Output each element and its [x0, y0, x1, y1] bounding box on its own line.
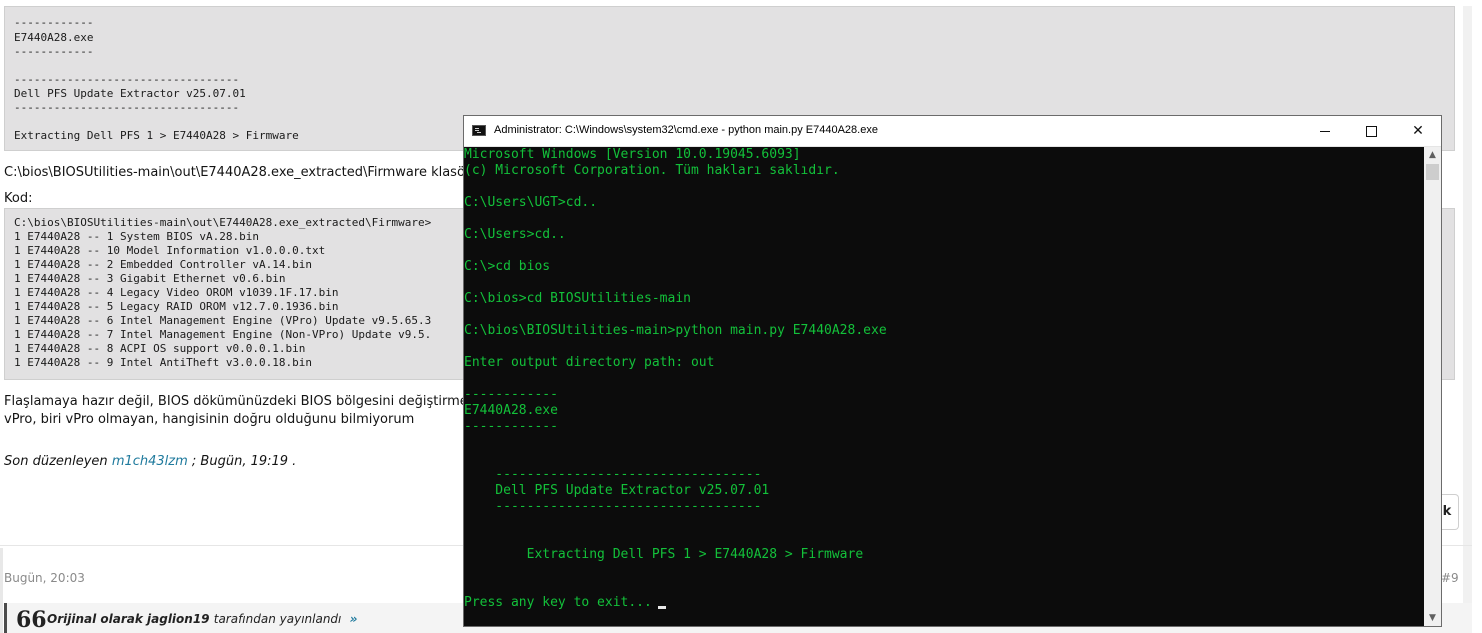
text-cursor	[658, 606, 666, 609]
cmd-titlebar[interactable]: Administrator: C:\Windows\system32\cmd.e…	[464, 116, 1441, 147]
post-date: Bugün, 20:03	[4, 571, 85, 585]
code-line: 1 E7440A28 -- 9 Intel AntiTheft v3.0.0.1…	[14, 356, 313, 369]
post-paragraph-line: vPro, biri vPro olmayan, hangisinin doğr…	[4, 412, 415, 427]
post-number-link[interactable]: #9	[1441, 571, 1459, 585]
code-line: 1 E7440A28 -- 4 Legacy Video OROM v1039.…	[14, 286, 339, 299]
console-line: C:\Users\UGT>cd..	[464, 195, 598, 210]
console-line: C:\>cd bios	[464, 259, 551, 274]
scroll-thumb[interactable]	[1426, 164, 1439, 180]
code-line: 1 E7440A28 -- 2 Embedded Controller vA.1…	[14, 258, 313, 271]
quote-author-name: Orijinal olarak jaglion19	[47, 612, 210, 626]
scroll-down-icon[interactable]: ▼	[1424, 610, 1441, 626]
code-line: 1 E7440A28 -- 5 Legacy RAID OROM v12.7.0…	[14, 300, 339, 313]
console-line: C:\Users>cd..	[464, 227, 566, 242]
code-line: 1 E7440A28 -- 1 System BIOS vA.28.bin	[14, 230, 260, 243]
console-line: ------------	[464, 387, 558, 402]
close-icon: ✕	[1412, 123, 1424, 139]
scroll-up-icon[interactable]: ▲	[1424, 147, 1441, 163]
edited-note: Son düzenleyen m1ch43lzm ; Bugün, 19:19 …	[4, 454, 296, 469]
code-line: 1 E7440A28 -- 6 Intel Management Engine …	[14, 314, 432, 327]
console-line: Dell PFS Update Extractor v25.07.01	[464, 483, 770, 498]
code-label: Kod:	[4, 191, 33, 206]
post-paragraph-line: Flaşlamaya hazır değil, BIOS dökümünüzde…	[4, 394, 503, 409]
path-text: C:\bios\BIOSUtilities-main\out\E7440A28.…	[4, 165, 471, 180]
post-left-bar	[0, 548, 3, 633]
cmd-app-icon	[472, 125, 486, 136]
console-line: Press any key to exit...	[464, 595, 652, 610]
code-line: 1 E7440A28 -- 7 Intel Management Engine …	[14, 328, 432, 341]
console-line: ----------------------------------	[464, 467, 762, 482]
quote-author: Orijinal olarak jaglion19 tarafından yay…	[47, 612, 357, 626]
quote-jump-icon[interactable]: »	[350, 612, 358, 626]
code-line: 1 E7440A28 -- 10 Model Information v1.0.…	[14, 244, 326, 257]
quote-icon: 66	[16, 607, 47, 633]
code-line: Dell PFS Update Extractor v25.07.01	[14, 87, 246, 100]
console-line: ------------	[464, 419, 558, 434]
page-scrollbar[interactable]	[1463, 6, 1472, 606]
code-line: Extracting Dell PFS 1 > E7440A28 > Firmw…	[14, 129, 299, 142]
code-line: ----------------------------------	[14, 101, 240, 114]
console-line: C:\bios\BIOSUtilities-main>python main.p…	[464, 323, 887, 338]
cmd-window[interactable]: Administrator: C:\Windows\system32\cmd.e…	[463, 115, 1442, 627]
maximize-button[interactable]	[1348, 116, 1394, 146]
console-output[interactable]: Microsoft Windows [Version 10.0.19045.60…	[464, 147, 1424, 626]
code-line: 1 E7440A28 -- 8 ACPI OS support v0.0.0.1…	[14, 342, 306, 355]
code-line: E7440A28.exe	[14, 31, 94, 44]
edited-suffix: ; Bugün, 19:19 .	[191, 454, 297, 469]
console-line: C:\bios>cd BIOSUtilities-main	[464, 291, 691, 306]
code-line: ------------	[14, 16, 94, 29]
console-scrollbar[interactable]: ▲ ▼	[1424, 147, 1441, 626]
console-line: (c) Microsoft Corporation. Tüm hakları s…	[464, 163, 840, 178]
code-line: ----------------------------------	[14, 73, 240, 86]
console-line: Microsoft Windows [Version 10.0.19045.60…	[464, 147, 801, 162]
minimize-icon	[1320, 130, 1330, 132]
code-line: C:\bios\BIOSUtilities-main\out\E7440A28.…	[14, 216, 432, 229]
cmd-title: Administrator: C:\Windows\system32\cmd.e…	[494, 124, 878, 136]
edited-prefix: Son düzenleyen	[4, 454, 108, 469]
maximize-icon	[1365, 125, 1377, 137]
quote-suffix: tarafından yayınlandı	[213, 612, 342, 626]
console-line: Enter output directory path: out	[464, 355, 715, 370]
minimize-button[interactable]	[1302, 116, 1348, 146]
console-line: Extracting Dell PFS 1 > E7440A28 > Firmw…	[464, 547, 864, 562]
code-line: 1 E7440A28 -- 3 Gigabit Ethernet v0.6.bi…	[14, 272, 286, 285]
close-button[interactable]: ✕	[1395, 116, 1441, 146]
code-line: ------------	[14, 45, 94, 58]
console-line: E7440A28.exe	[464, 403, 558, 418]
edited-user-link[interactable]: m1ch43lzm	[112, 454, 188, 469]
console-line: ----------------------------------	[464, 499, 762, 514]
